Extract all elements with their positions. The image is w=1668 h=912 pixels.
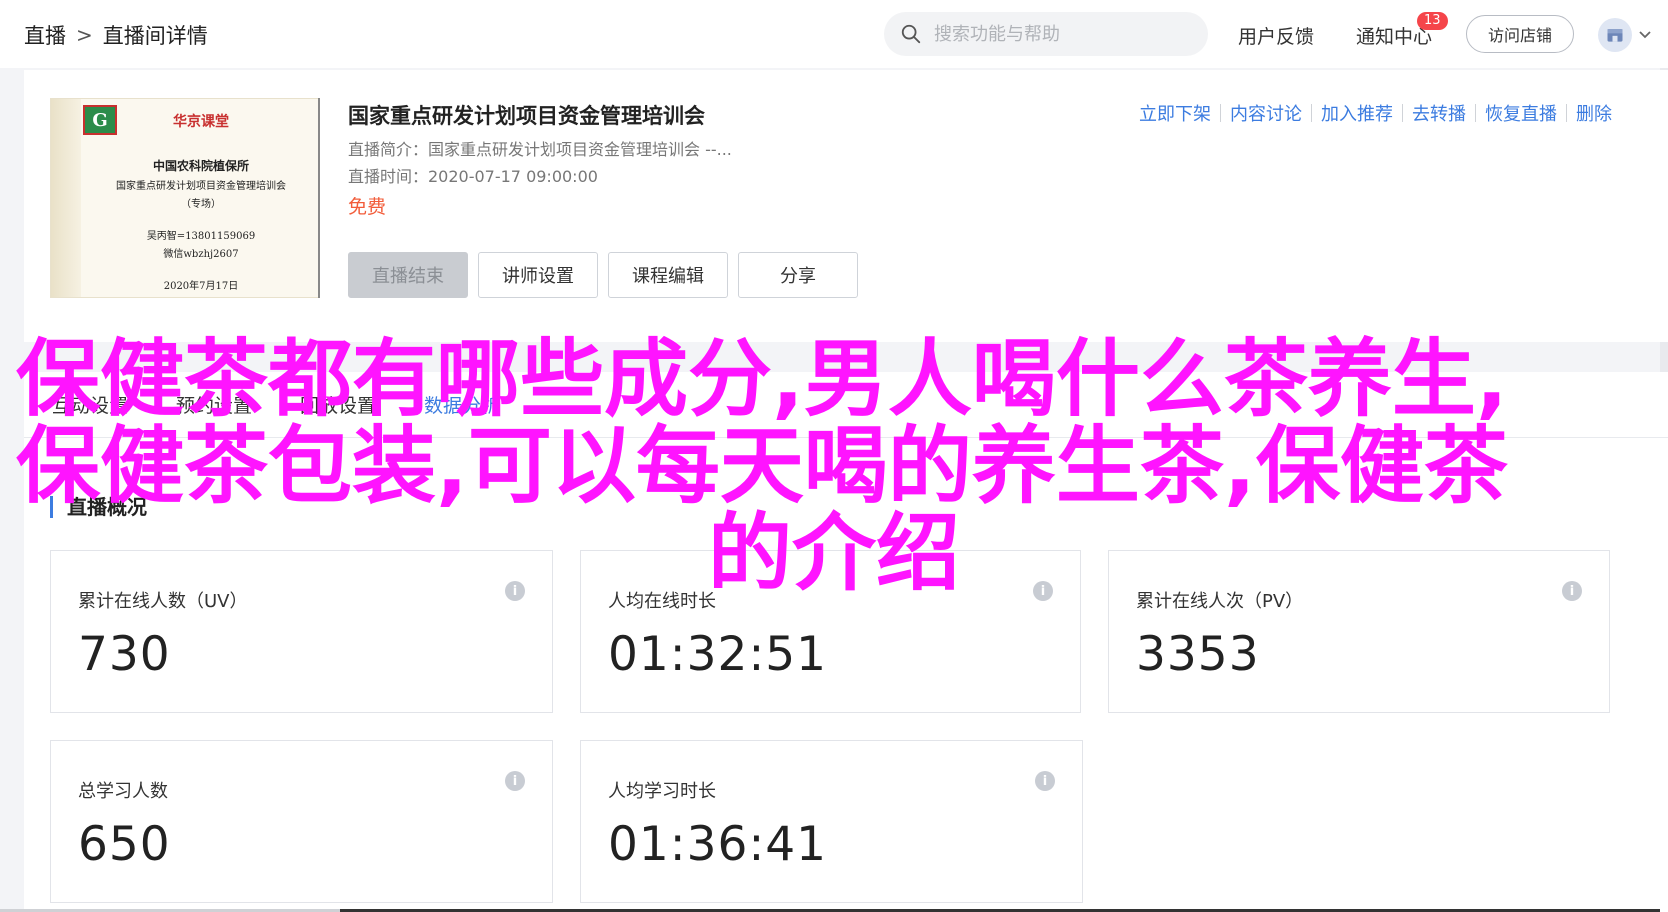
breadcrumb-current: 直播间详情 [102, 24, 208, 48]
settings-tabs: 互动设置 预约设置 回放设置 数据分析 [24, 372, 1668, 438]
stat-label: 总学习人数 [78, 781, 168, 802]
add-recommend-link[interactable]: 加入推荐 [1321, 100, 1393, 126]
live-ended-button[interactable]: 直播结束 [348, 252, 468, 298]
stat-card-uv: 累计在线人数（UV） 730 i [50, 550, 553, 713]
tab-interaction[interactable]: 互动设置 [52, 391, 128, 418]
stat-label: 累计在线人次（PV） [1136, 591, 1304, 612]
resume-live-link[interactable]: 恢复直播 [1485, 100, 1557, 126]
search-icon [901, 24, 921, 44]
notification-badge: 13 [1417, 12, 1448, 30]
stat-label: 累计在线人数（UV） [78, 591, 248, 612]
user-feedback-link[interactable]: 用户反馈 [1238, 22, 1314, 49]
chevron-down-icon[interactable] [1637, 26, 1653, 42]
info-icon[interactable]: i [505, 581, 525, 601]
live-intro: 直播简介：国家重点研发计划项目资金管理培训会 --... [348, 140, 732, 159]
live-price: 免费 [348, 196, 387, 218]
link-divider [1475, 104, 1476, 122]
take-down-link[interactable]: 立即下架 [1139, 100, 1211, 126]
delete-link[interactable]: 删除 [1576, 100, 1612, 126]
info-icon[interactable]: i [505, 771, 525, 791]
stat-card-pv: 累计在线人次（PV） 3353 i [1108, 550, 1610, 713]
tab-reservation[interactable]: 预约设置 [176, 391, 252, 418]
stat-value: 3353 [1136, 627, 1260, 682]
cover-brand: 华京课堂 [173, 114, 229, 130]
lecturer-settings-button[interactable]: 讲师设置 [478, 252, 598, 298]
cover-org: 中国农科院植保所 [152, 159, 249, 173]
breadcrumb: 直播 > 直播间详情 [24, 20, 208, 50]
live-time: 直播时间：2020-07-17 09:00:00 [348, 167, 598, 186]
stat-card-avg-learning: 人均学习时长 01:36:41 i [580, 740, 1083, 903]
stat-card-avg-online: 人均在线时长 01:32:51 i [580, 550, 1081, 713]
cover-divider [318, 98, 320, 298]
stat-card-learners: 总学习人数 650 i [50, 740, 553, 903]
content-discussion-link[interactable]: 内容讨论 [1230, 100, 1302, 126]
course-edit-button[interactable]: 课程编辑 [608, 252, 728, 298]
info-icon[interactable]: i [1562, 581, 1582, 601]
cover-course: 国家重点研发计划项目资金管理培训会 [116, 181, 286, 192]
share-button[interactable]: 分享 [738, 252, 858, 298]
info-icon[interactable]: i [1033, 581, 1053, 601]
search-box[interactable] [884, 12, 1208, 56]
stat-value: 01:32:51 [608, 627, 828, 682]
cover-wechat: 微信wbzhj2607 [163, 249, 239, 260]
link-divider [1220, 104, 1221, 122]
store-icon [1607, 29, 1623, 42]
tab-playback[interactable]: 回放设置 [300, 391, 376, 418]
rebroadcast-link[interactable]: 去转播 [1412, 100, 1466, 126]
operation-links: 立即下架 内容讨论 加入推荐 去转播 恢复直播 删除 [1139, 100, 1612, 126]
tab-data-analysis[interactable]: 数据分析 [424, 391, 500, 418]
stat-value: 650 [78, 817, 171, 872]
link-divider [1311, 104, 1312, 122]
search-input[interactable] [934, 23, 1184, 45]
link-divider [1566, 104, 1567, 122]
stat-label: 人均学习时长 [608, 781, 716, 802]
cover-binding [51, 99, 81, 297]
breadcrumb-live-link[interactable]: 直播 [24, 20, 66, 50]
info-icon[interactable]: i [1035, 771, 1055, 791]
cover-date: 2020年7月17日 [163, 281, 239, 292]
cover-tag: （专场） [181, 199, 221, 210]
live-title: 国家重点研发计划项目资金管理培训会 [348, 104, 705, 128]
avatar[interactable] [1598, 18, 1632, 52]
overview-title: 直播概况 [50, 496, 147, 518]
cover-contact: 吴丙智=13801159069 [146, 231, 256, 242]
stat-value: 01:36:41 [608, 817, 828, 872]
stat-value: 730 [78, 627, 171, 682]
visit-store-button[interactable]: 访问店铺 [1466, 15, 1574, 53]
breadcrumb-separator: > [76, 23, 93, 47]
live-cover-image: G 华京课堂 中国农科院植保所 国家重点研发计划项目资金管理培训会 （专场） 吴… [50, 98, 320, 298]
stat-label: 人均在线时长 [608, 591, 716, 612]
link-divider [1402, 104, 1403, 122]
